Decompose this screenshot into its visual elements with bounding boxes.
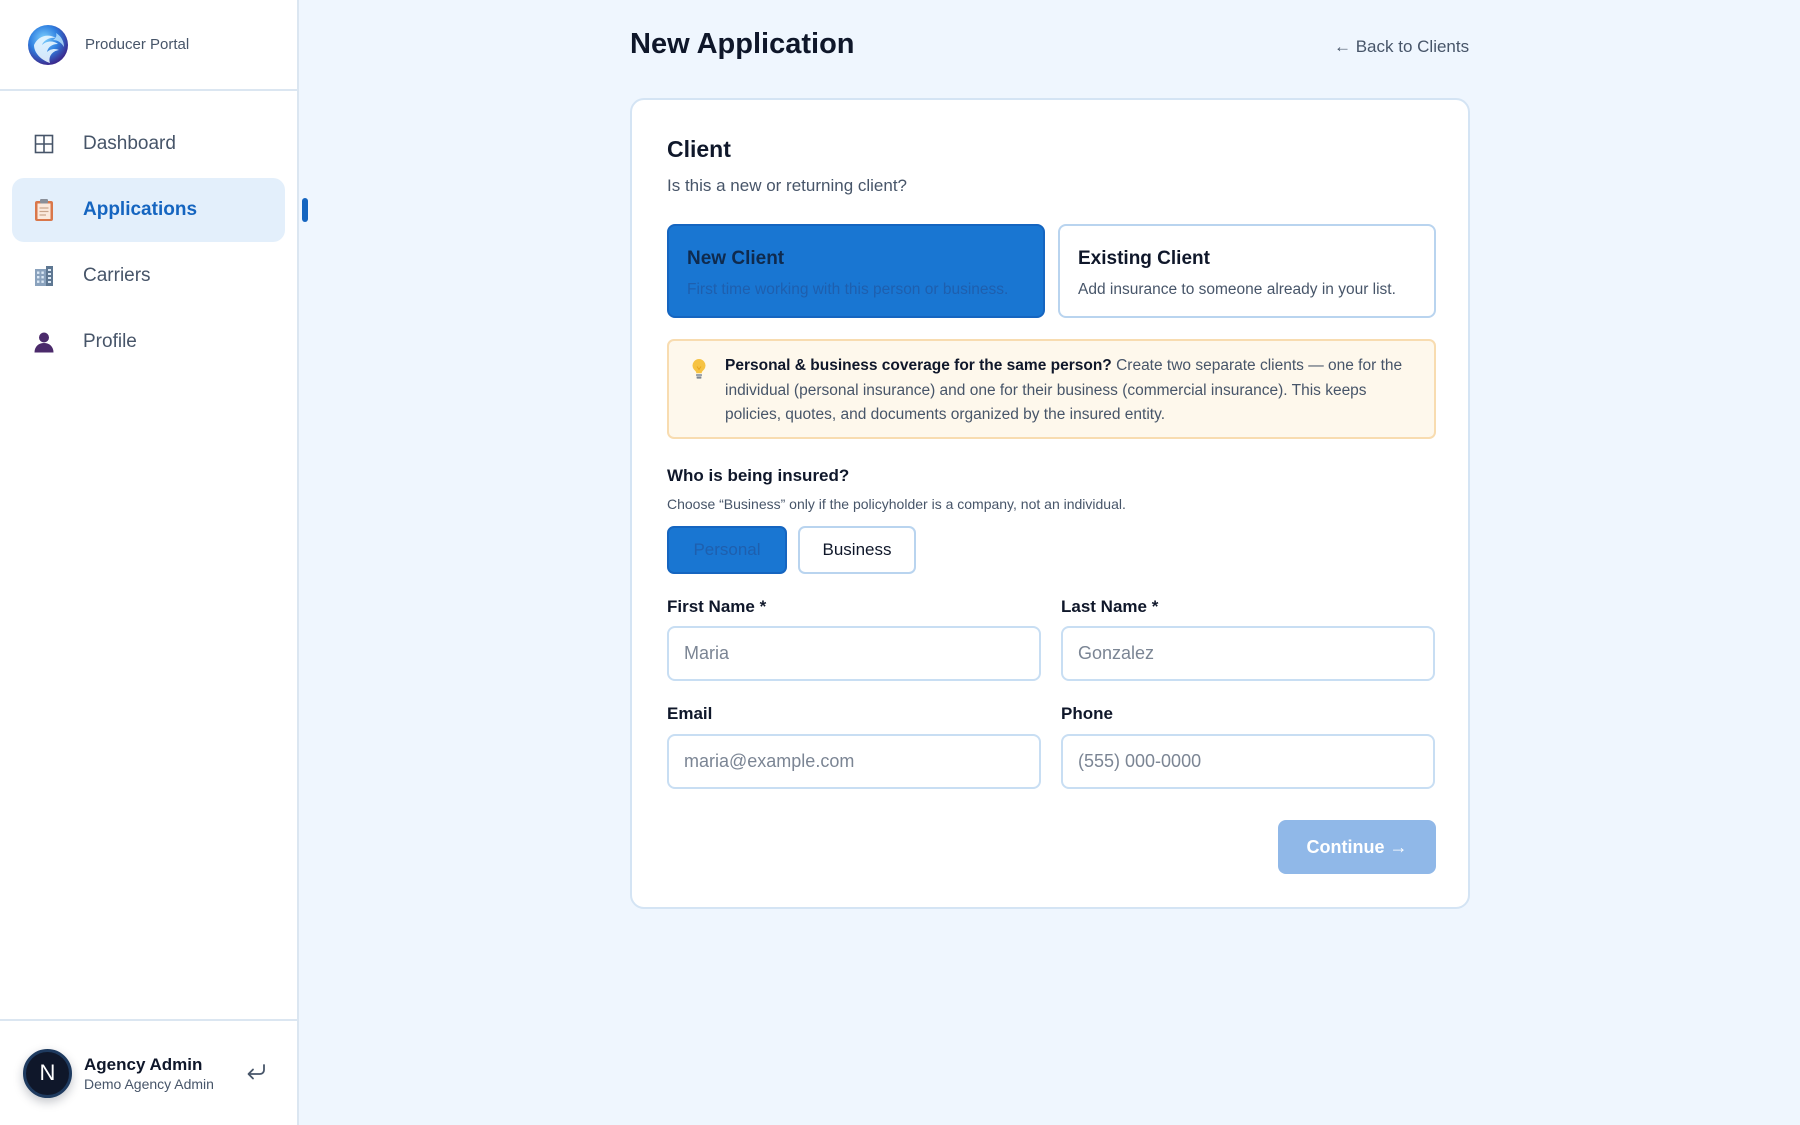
- sidebar-item-dashboard[interactable]: Dashboard: [12, 112, 285, 176]
- back-to-clients-link[interactable]: ← Back to Clients: [1334, 37, 1469, 57]
- section-subtitle: Is this a new or returning client?: [667, 176, 908, 195]
- grid-icon: [32, 132, 56, 156]
- insured-type-label: Who is being insured?: [667, 466, 850, 485]
- clipboard-icon: [32, 198, 56, 222]
- section-title: Client: [667, 136, 731, 162]
- user-org: Demo Agency Admin: [84, 1075, 214, 1092]
- active-indicator: [302, 198, 308, 222]
- last-name-label: Last Name *: [1061, 597, 1159, 616]
- coverage-tip: Personal & business coverage for the sam…: [667, 339, 1436, 439]
- sidebar-item-label: Applications: [83, 199, 198, 220]
- continue-button[interactable]: Continue →: [1278, 820, 1436, 874]
- office-building-icon: [32, 264, 56, 288]
- tip-heading: Personal & business coverage for the sam…: [725, 357, 1112, 374]
- user-name: Agency Admin: [84, 1054, 203, 1074]
- client-form-card: Client Is this a new or returning client…: [630, 98, 1470, 909]
- sidebar-item-applications[interactable]: Applications: [12, 178, 308, 242]
- business-toggle[interactable]: Business: [798, 526, 916, 574]
- brand-name: Producer Portal: [85, 36, 190, 53]
- person-icon: [32, 330, 56, 354]
- existing-client-option[interactable]: Existing Client Add insurance to someone…: [1058, 224, 1436, 318]
- personal-toggle[interactable]: Personal: [667, 526, 787, 574]
- avatar[interactable]: N: [23, 1048, 72, 1098]
- sidebar-item-label: Profile: [83, 331, 137, 352]
- option-title: New Client: [687, 248, 785, 269]
- option-description: First time working with this person or b…: [687, 281, 1009, 298]
- phone-label: Phone: [1061, 704, 1113, 723]
- brand-logo-icon[interactable]: [26, 23, 70, 67]
- sidebar-item-label: Carriers: [83, 265, 151, 286]
- first-name-label: First Name *: [667, 597, 767, 616]
- phone-input[interactable]: [1061, 734, 1435, 789]
- new-client-option[interactable]: New Client First time working with this …: [667, 224, 1045, 318]
- brand: Producer Portal: [0, 0, 297, 91]
- option-title: Existing Client: [1078, 248, 1210, 269]
- sidebar-item-profile[interactable]: Profile: [12, 310, 285, 374]
- sidebar: Producer Portal Dashboard Applications C…: [0, 0, 308, 1125]
- sidebar-nav: Dashboard Applications Carriers Profile: [0, 91, 308, 374]
- last-name-input[interactable]: [1061, 626, 1435, 681]
- tip-text: Personal & business coverage for the sam…: [725, 354, 1416, 428]
- email-input[interactable]: [667, 734, 1041, 789]
- logout-icon[interactable]: [243, 1059, 269, 1085]
- user-meta: Agency Admin Demo Agency Admin: [84, 1055, 214, 1092]
- email-label: Email: [667, 704, 713, 723]
- sidebar-item-label: Dashboard: [83, 133, 176, 154]
- page-title: New Application: [630, 28, 855, 60]
- option-description: Add insurance to someone already in your…: [1078, 281, 1396, 298]
- insured-type-hint: Choose “Business” only if the policyhold…: [667, 496, 1126, 512]
- lightbulb-icon: [689, 357, 709, 381]
- sidebar-item-carriers[interactable]: Carriers: [12, 244, 285, 308]
- user-panel: N Agency Admin Demo Agency Admin: [0, 1019, 297, 1125]
- first-name-input[interactable]: [667, 626, 1041, 681]
